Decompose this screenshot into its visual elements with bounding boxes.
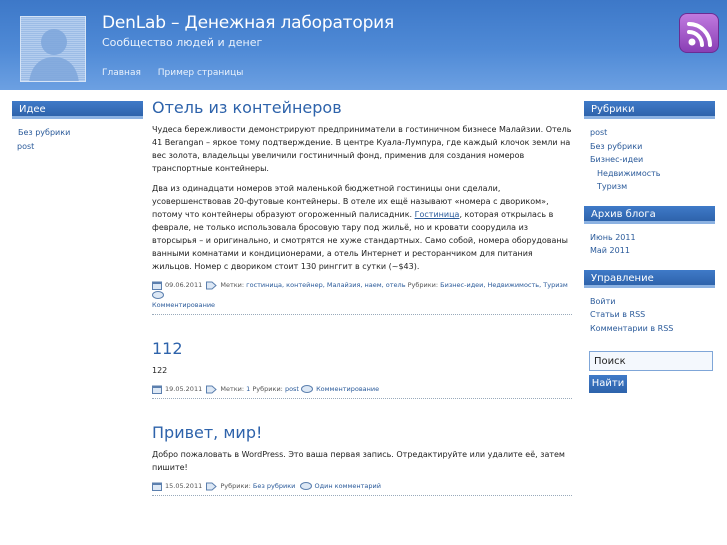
post-date: 19.05.2011 bbox=[165, 385, 203, 393]
tag-icon bbox=[206, 385, 218, 393]
widget-title-manage: Управление bbox=[584, 269, 715, 288]
archive-item[interactable]: Май 2011 bbox=[590, 246, 630, 255]
rubrics-list: post Без рубрики Бизнес-идеи Недвижимост… bbox=[584, 126, 715, 194]
archive-item[interactable]: Июнь 2011 bbox=[590, 233, 636, 242]
user-silhouette-icon bbox=[29, 29, 79, 81]
post-paragraph: Добро пожаловать в WordPress. Это ваша п… bbox=[152, 450, 565, 472]
post-meta: 09.06.2011 Метки: гостиница, контейнер, … bbox=[152, 280, 572, 315]
login-link[interactable]: Войти bbox=[590, 297, 615, 306]
right-sidebar: Рубрики post Без рубрики Бизнес-идеи Нед… bbox=[584, 101, 715, 393]
posts-rss-link[interactable]: Статьи в RSS bbox=[590, 310, 645, 319]
post-date: 15.05.2011 bbox=[165, 482, 203, 490]
left-sidebar: Идее Без рубрики post bbox=[12, 101, 143, 165]
calendar-icon bbox=[152, 281, 162, 290]
calendar-icon bbox=[152, 385, 162, 394]
post-date: 09.06.2011 bbox=[165, 281, 203, 289]
post-body: Чудеса бережливости демонстрируют предпр… bbox=[152, 123, 572, 273]
rubric-item[interactable]: post bbox=[590, 128, 607, 137]
post: Отель из контейнеров Чудеса бережливости… bbox=[152, 98, 572, 315]
post: 112 122 19.05.2011 Метки: 1 Рубрики: pos… bbox=[152, 339, 572, 399]
post-comments-link[interactable]: Один комментарий bbox=[315, 482, 381, 490]
archive-list: Июнь 2011 Май 2011 bbox=[584, 231, 715, 258]
site-description: Сообщество людей и денег bbox=[102, 36, 263, 49]
ideas-item[interactable]: Без рубрики bbox=[18, 128, 70, 137]
post-rubrics[interactable]: Бизнес-идеи, Недвижимость, Туризм bbox=[440, 281, 568, 289]
comment-icon bbox=[152, 290, 164, 299]
search-button[interactable]: Найти bbox=[589, 375, 627, 393]
post-title[interactable]: 112 bbox=[152, 339, 572, 358]
main-nav: Главная Пример страницы bbox=[102, 68, 257, 78]
rss-feed-icon[interactable] bbox=[679, 13, 719, 53]
widget-title-ideas: Идее bbox=[12, 101, 143, 119]
search-input[interactable] bbox=[589, 351, 713, 371]
rubric-item[interactable]: Недвижимость bbox=[597, 169, 661, 178]
rubric-item[interactable]: Бизнес-идеи bbox=[590, 155, 643, 164]
post-tags[interactable]: 1 bbox=[246, 385, 250, 393]
post-meta: 15.05.2011 Рубрики: Без рубрики Один ком… bbox=[152, 481, 572, 496]
post-meta: 19.05.2011 Метки: 1 Рубрики: post Коммен… bbox=[152, 384, 572, 399]
avatar bbox=[20, 16, 86, 82]
hotel-link[interactable]: Гостиница bbox=[415, 210, 460, 219]
nav-item-sample-page[interactable]: Пример страницы bbox=[158, 68, 244, 78]
post-rubrics[interactable]: post bbox=[285, 385, 299, 393]
comments-rss-link[interactable]: Комментарии в RSS bbox=[590, 324, 673, 333]
tag-icon bbox=[206, 281, 218, 289]
post-comments-link[interactable]: Комментирование bbox=[152, 301, 215, 309]
tag-icon bbox=[206, 482, 218, 490]
widget-title-archive: Архив блога bbox=[584, 205, 715, 224]
main-content: Отель из контейнеров Чудеса бережливости… bbox=[152, 98, 572, 520]
post: Привет, мир! Добро пожаловать в WordPres… bbox=[152, 423, 572, 496]
post-title[interactable]: Отель из контейнеров bbox=[152, 98, 572, 117]
post-comments-link[interactable]: Комментирование bbox=[316, 385, 379, 393]
post-paragraph: 122 bbox=[152, 366, 168, 375]
post-body: Добро пожаловать в WordPress. Это ваша п… bbox=[152, 448, 572, 474]
rubric-item[interactable]: Без рубрики bbox=[590, 142, 642, 151]
calendar-icon bbox=[152, 482, 162, 491]
ideas-list: Без рубрики post bbox=[12, 126, 143, 153]
post-tags[interactable]: гостиница, контейнер, Малайзия, наем, от… bbox=[246, 281, 405, 289]
rubric-item[interactable]: Туризм bbox=[597, 182, 627, 191]
site-title[interactable]: DenLab – Денежная лаборатория bbox=[102, 13, 394, 33]
widget-title-rubrics: Рубрики bbox=[584, 101, 715, 119]
post-title[interactable]: Привет, мир! bbox=[152, 423, 572, 442]
post-body: 122 bbox=[152, 364, 572, 377]
site-header: DenLab – Денежная лаборатория Сообщество… bbox=[0, 0, 727, 90]
post-paragraph: Чудеса бережливости демонстрируют предпр… bbox=[152, 125, 572, 173]
ideas-item[interactable]: post bbox=[17, 142, 34, 151]
post-paragraph: Два из одинадцати номеров этой маленькой… bbox=[152, 184, 568, 271]
post-rubrics[interactable]: Без рубрики bbox=[253, 482, 295, 490]
comment-icon bbox=[299, 481, 312, 490]
manage-list: Войти Статьи в RSS Комментарии в RSS bbox=[584, 295, 715, 336]
nav-item-home[interactable]: Главная bbox=[102, 68, 141, 78]
comment-icon bbox=[301, 384, 314, 393]
